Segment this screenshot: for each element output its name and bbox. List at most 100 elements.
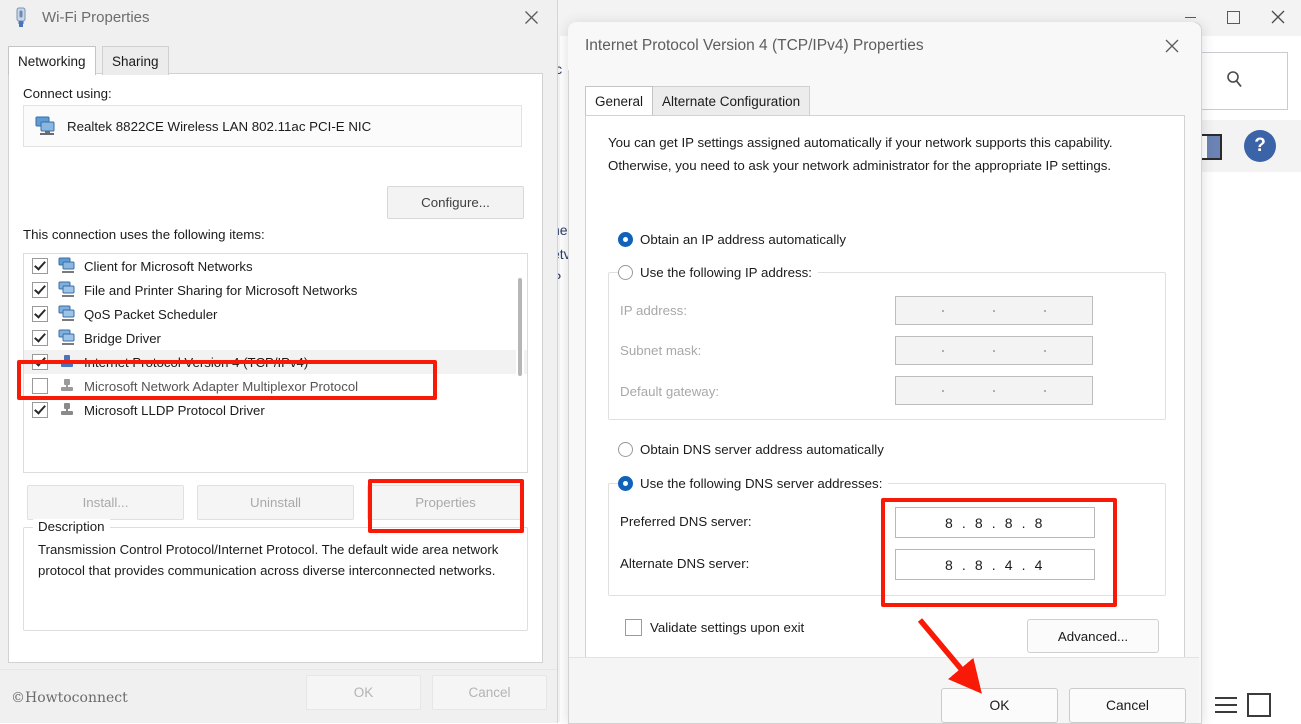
item-label: QoS Packet Scheduler — [84, 306, 218, 322]
client-service-icon — [57, 329, 77, 347]
validate-settings-checkbox[interactable] — [625, 619, 642, 636]
protocol-icon — [57, 377, 77, 395]
advanced-button[interactable]: Advanced... — [1027, 619, 1159, 653]
tab-sharing[interactable]: Sharing — [102, 46, 169, 75]
item-checkbox[interactable] — [32, 282, 48, 298]
default-gateway-label: Default gateway: — [620, 384, 720, 399]
tab-alternate-configuration[interactable]: Alternate Configuration — [652, 86, 811, 115]
item-checkbox[interactable] — [32, 330, 48, 346]
item-label: Client for Microsoft Networks — [84, 258, 253, 274]
ip-dot — [992, 389, 995, 392]
connect-using-label: Connect using: — [23, 86, 112, 101]
radio-label: Use the following DNS server addresses: — [640, 476, 883, 491]
ipv4-dialog-title: Internet Protocol Version 4 (TCP/IPv4) P… — [585, 37, 924, 54]
description-text: Transmission Control Protocol/Internet P… — [38, 542, 499, 578]
hamburger-icon[interactable] — [1215, 697, 1237, 713]
adapter-name: Realtek 8822CE Wireless LAN 802.11ac PCI… — [67, 118, 372, 134]
client-service-icon — [57, 281, 77, 299]
alternate-dns-label: Alternate DNS server: — [620, 556, 750, 571]
ip-dot — [1043, 309, 1046, 312]
subnet-mask-label: Subnet mask: — [620, 343, 702, 358]
list-item[interactable]: Client for Microsoft Networks — [24, 254, 527, 278]
subnet-mask-input[interactable] — [895, 336, 1093, 365]
install-button[interactable]: Install... — [27, 485, 184, 520]
wifi-cancel-button[interactable]: Cancel — [432, 675, 547, 710]
wifi-titlebar: Wi-Fi Properties — [0, 0, 557, 34]
item-label: Bridge Driver — [84, 330, 161, 346]
wifi-ok-button[interactable]: OK — [306, 675, 421, 710]
radio-indicator[interactable] — [618, 232, 633, 247]
help-icon[interactable]: ? — [1244, 130, 1276, 162]
item-label: Microsoft Network Adapter Multiplexor Pr… — [84, 378, 359, 394]
ip-dot — [1043, 389, 1046, 392]
network-adapter-icon — [34, 116, 56, 136]
wifi-window-title: Wi-Fi Properties — [42, 8, 150, 26]
default-gateway-input[interactable] — [895, 376, 1093, 405]
wifi-tabstrip: Networking Sharing — [8, 46, 549, 75]
maximize-icon[interactable] — [1210, 0, 1256, 34]
radio-indicator[interactable] — [618, 476, 633, 491]
radio-use-following-ip[interactable]: Use the following IP address: — [618, 265, 818, 280]
watermark: ©Howtoconnect — [11, 690, 128, 706]
item-checkbox[interactable] — [32, 402, 48, 418]
search-icon — [1224, 69, 1246, 94]
protocol-icon — [57, 353, 77, 371]
ip-dot — [992, 349, 995, 352]
network-items-list[interactable]: Client for Microsoft Networks File and P… — [23, 253, 528, 473]
ipv4-description: You can get IP settings assigned automat… — [608, 135, 1113, 173]
adapter-readonly-field: Realtek 8822CE Wireless LAN 802.11ac PCI… — [23, 105, 522, 147]
ipv4-titlebar: Internet Protocol Version 4 (TCP/IPv4) P… — [568, 22, 1200, 70]
tab-general[interactable]: General — [585, 86, 654, 115]
radio-obtain-ip-automatically[interactable]: Obtain an IP address automatically — [618, 232, 846, 247]
item-checkbox[interactable] — [32, 258, 48, 274]
list-item[interactable]: QoS Packet Scheduler — [24, 302, 527, 326]
items-list-label: This connection uses the following items… — [23, 227, 265, 242]
client-service-icon — [57, 305, 77, 323]
ip-address-input[interactable] — [895, 296, 1093, 325]
alternate-dns-input[interactable]: 8 . 8 . 4 . 4 — [895, 549, 1095, 580]
ipv4-ok-button[interactable]: OK — [941, 688, 1058, 723]
ip-dot — [992, 309, 995, 312]
uninstall-button[interactable]: Uninstall — [197, 485, 354, 520]
item-label: Microsoft LLDP Protocol Driver — [84, 402, 265, 418]
ipv4-cancel-button[interactable]: Cancel — [1069, 688, 1186, 723]
item-label: Internet Protocol Version 4 (TCP/IPv4) — [84, 354, 309, 370]
list-item[interactable]: Microsoft Network Adapter Multiplexor Pr… — [24, 374, 527, 398]
square-icon[interactable] — [1247, 693, 1271, 717]
radio-label: Obtain DNS server address automatically — [640, 442, 884, 457]
list-item-ipv4[interactable]: Internet Protocol Version 4 (TCP/IPv4) — [24, 350, 527, 374]
ip-dot — [1043, 349, 1046, 352]
list-item[interactable]: Bridge Driver — [24, 326, 527, 350]
radio-indicator[interactable] — [618, 265, 633, 280]
ip-dot — [942, 309, 945, 312]
ip-dot — [942, 349, 945, 352]
wifi-adapter-icon — [10, 6, 32, 28]
ipv4-close-icon[interactable] — [1152, 28, 1192, 64]
description-legend: Description — [33, 519, 110, 534]
preferred-dns-input[interactable]: 8 . 8 . 8 . 8 — [895, 507, 1095, 538]
background-bottom-icons — [1215, 688, 1301, 722]
tab-networking[interactable]: Networking — [8, 46, 96, 75]
item-checkbox[interactable] — [32, 378, 48, 394]
radio-label: Use the following IP address: — [640, 265, 812, 280]
properties-button[interactable]: Properties — [367, 485, 524, 520]
list-item[interactable]: File and Printer Sharing for Microsoft N… — [24, 278, 527, 302]
client-service-icon — [57, 257, 77, 275]
radio-obtain-dns-automatically[interactable]: Obtain DNS server address automatically — [618, 442, 884, 457]
close-icon[interactable] — [1255, 0, 1301, 34]
radio-indicator[interactable] — [618, 442, 633, 457]
configure-button[interactable]: Configure... — [387, 186, 524, 219]
item-label: File and Printer Sharing for Microsoft N… — [84, 282, 358, 298]
wifi-close-icon[interactable] — [509, 0, 553, 34]
list-scrollbar[interactable] — [516, 258, 524, 468]
validate-settings-row[interactable]: Validate settings upon exit — [625, 619, 804, 636]
list-scrollbar-thumb[interactable] — [518, 278, 522, 376]
radio-use-following-dns[interactable]: Use the following DNS server addresses: — [618, 476, 889, 491]
list-item[interactable]: Microsoft LLDP Protocol Driver — [24, 398, 527, 422]
radio-label: Obtain an IP address automatically — [640, 232, 846, 247]
item-checkbox[interactable] — [32, 306, 48, 322]
ip-address-label: IP address: — [620, 303, 688, 318]
item-checkbox[interactable] — [32, 354, 48, 370]
ipv4-tabstrip: General Alternate Configuration — [585, 86, 1183, 116]
preferred-dns-label: Preferred DNS server: — [620, 514, 752, 529]
